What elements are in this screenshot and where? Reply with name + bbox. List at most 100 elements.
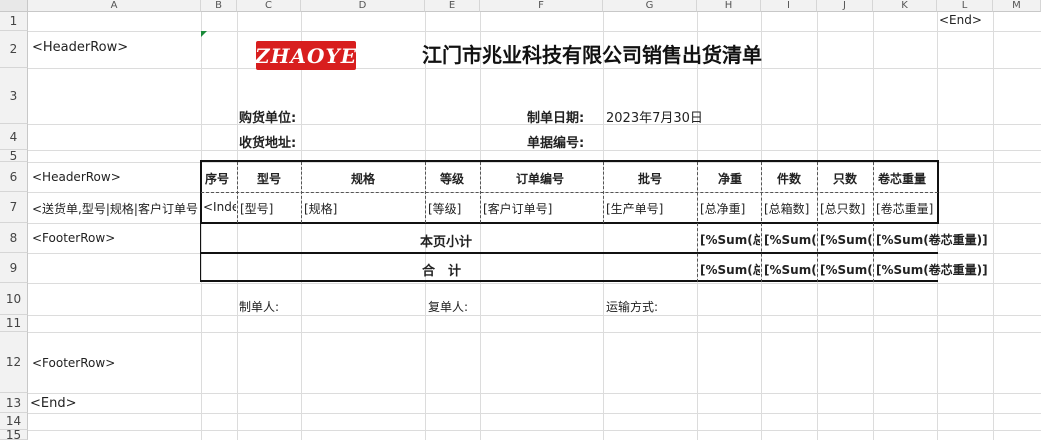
address-label[interactable]: 收货地址: [239, 132, 296, 151]
table-divider [697, 162, 698, 282]
col-header-spec[interactable]: 规格 [351, 170, 375, 187]
gridline [28, 413, 1041, 414]
table-cell[interactable]: [%Sum(总净 [700, 231, 760, 248]
table-cell[interactable]: [型号] [240, 200, 300, 217]
row-header-5[interactable]: 5 [0, 149, 28, 163]
col-header-i[interactable]: I [761, 0, 817, 12]
table-cell[interactable]: [%Sum(总 [820, 231, 872, 248]
col-header-net-weight[interactable]: 净重 [718, 170, 742, 187]
col-header-h[interactable]: H [697, 0, 761, 12]
row-header-15[interactable]: 15 [0, 428, 28, 440]
row-header-8[interactable]: 8 [0, 223, 28, 253]
buyer-label[interactable]: 购货单位: [239, 107, 296, 126]
table-cell[interactable]: [%Sum(总 [764, 261, 816, 278]
gridline [937, 12, 938, 440]
cell-a6[interactable]: <HeaderRow> [32, 170, 121, 184]
col-header-batch[interactable]: 批号 [638, 170, 662, 187]
total-label[interactable]: 合 计 [422, 260, 461, 279]
table-cell[interactable]: [生产单号] [606, 200, 696, 217]
table-cell[interactable]: [客户订单号] [483, 200, 602, 217]
gridline [28, 68, 1041, 69]
col-header-j[interactable]: J [817, 0, 873, 12]
cell-a2[interactable]: <HeaderRow> [32, 40, 128, 55]
row-header-13[interactable]: 13 [0, 393, 28, 413]
select-all-corner[interactable] [0, 0, 28, 12]
gridline [301, 12, 302, 440]
col-header-d[interactable]: D [301, 0, 425, 12]
table-divider [603, 162, 604, 223]
gridline [28, 332, 1041, 333]
table-divider [480, 162, 481, 223]
row-header-4[interactable]: 4 [0, 124, 28, 150]
row-header-1[interactable]: 1 [0, 12, 28, 31]
table-divider [873, 162, 874, 282]
col-header-index[interactable]: 序号 [205, 170, 229, 187]
gridline [425, 12, 426, 440]
row-header-12[interactable]: 12 [0, 332, 28, 393]
row-header-7[interactable]: 7 [0, 192, 28, 223]
col-header-c[interactable]: C [237, 0, 301, 12]
preparer-label[interactable]: 制单人: [239, 298, 279, 315]
cell-l1[interactable]: <End> [939, 13, 982, 27]
gridline [28, 283, 1041, 284]
date-label[interactable]: 制单日期: [527, 107, 584, 126]
gridline [28, 393, 1041, 394]
cell-a13[interactable]: <End> [30, 396, 77, 411]
gridline [603, 12, 604, 440]
table-cell[interactable]: [总净重] [700, 200, 760, 217]
table-cell[interactable]: [%Sum(总 [764, 231, 816, 248]
date-value[interactable]: 2023年7月30日 [606, 107, 703, 126]
col-header-order-no[interactable]: 订单编号 [516, 170, 564, 187]
col-header-k[interactable]: K [873, 0, 937, 12]
col-header-e[interactable]: E [425, 0, 480, 12]
reviewer-label[interactable]: 复单人: [428, 298, 468, 315]
table-divider [817, 162, 818, 282]
row-header-11[interactable]: 11 [0, 315, 28, 332]
table-divider [201, 192, 938, 193]
table-cell[interactable]: [规格] [304, 200, 424, 217]
col-header-pieces[interactable]: 件数 [777, 170, 801, 187]
row-header-10[interactable]: 10 [0, 283, 28, 315]
comment-indicator-icon [201, 31, 207, 37]
col-header-b[interactable]: B [201, 0, 237, 12]
table-cell[interactable]: [%Sum(总 [820, 261, 872, 278]
table-divider [301, 162, 302, 223]
col-header-a[interactable]: A [28, 0, 201, 12]
col-header-count[interactable]: 只数 [833, 170, 857, 187]
table-cell[interactable]: [总只数] [820, 200, 872, 217]
table-divider [761, 162, 762, 282]
row-header-6[interactable]: 6 [0, 162, 28, 192]
row-header-9[interactable]: 9 [0, 253, 28, 283]
gridline [480, 12, 481, 440]
table-cell[interactable]: [卷芯重量] [876, 200, 936, 217]
doc-number-label[interactable]: 单据编号: [527, 132, 584, 151]
col-header-f[interactable]: F [480, 0, 603, 12]
table-cell[interactable]: <Inde [203, 200, 236, 214]
cell-a12[interactable]: <FooterRow> [32, 356, 115, 370]
shipping-label[interactable]: 运输方式: [606, 298, 658, 315]
col-header-l[interactable]: L [937, 0, 993, 12]
cell-a8[interactable]: <FooterRow> [32, 231, 115, 245]
table-divider [200, 223, 201, 282]
col-header-model[interactable]: 型号 [257, 170, 281, 187]
table-cell[interactable]: [%Sum(卷芯重量)] [876, 261, 1006, 278]
gridline [28, 430, 1041, 431]
cell-a7[interactable]: <送货单,型号|规格|客户订单号 [32, 200, 200, 217]
col-header-m[interactable]: M [993, 0, 1041, 12]
gridline [237, 12, 238, 440]
row-header-3[interactable]: 3 [0, 68, 28, 124]
table-divider [425, 162, 426, 223]
subtotal-label[interactable]: 本页小计 [420, 231, 472, 250]
col-header-grade[interactable]: 等级 [440, 170, 464, 187]
table-cell[interactable]: [总箱数] [764, 200, 816, 217]
table-cell[interactable]: [%Sum(总净 [700, 261, 760, 278]
col-header-core-weight[interactable]: 卷芯重量 [878, 170, 926, 187]
gridline [201, 12, 202, 440]
col-header-g[interactable]: G [603, 0, 697, 12]
table-cell[interactable]: [%Sum(卷芯重量)] [876, 231, 1006, 248]
spreadsheet: A B C D E F G H I J K L M 1 2 3 4 5 6 7 … [0, 0, 1041, 440]
table-divider [237, 162, 238, 223]
row-header-2[interactable]: 2 [0, 31, 28, 68]
gridline [28, 31, 1041, 32]
table-cell[interactable]: [等级] [428, 200, 479, 217]
